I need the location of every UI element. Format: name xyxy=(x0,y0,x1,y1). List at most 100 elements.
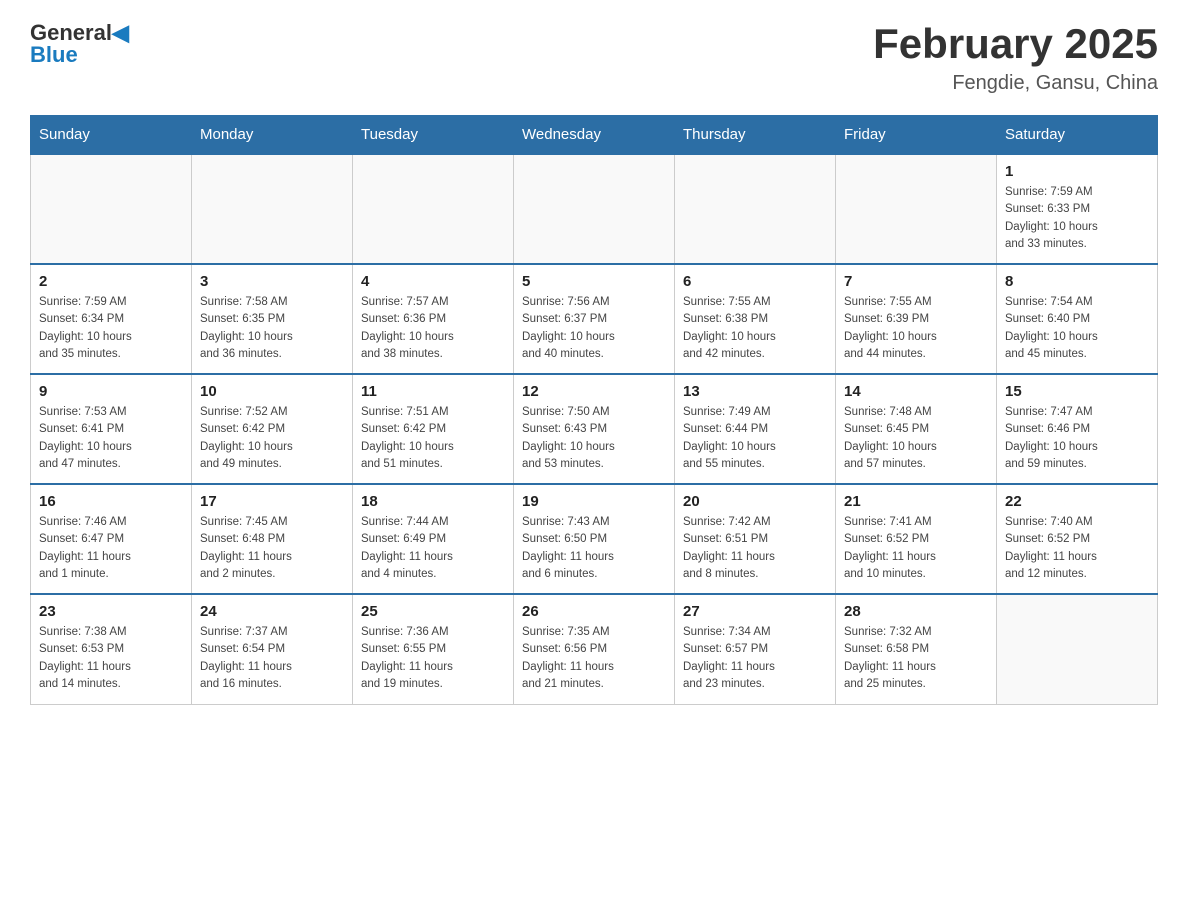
table-row: 16 Sunrise: 7:46 AM Sunset: 6:47 PM Dayli… xyxy=(31,484,192,594)
day-info: Sunrise: 7:35 AM Sunset: 6:56 PM Dayligh… xyxy=(522,624,666,693)
calendar-table: Sunday Monday Tuesday Wednesday Thursday… xyxy=(30,115,1158,705)
day-info: Sunrise: 7:59 AM Sunset: 6:34 PM Dayligh… xyxy=(39,294,183,363)
table-row: 21 Sunrise: 7:41 AM Sunset: 6:52 PM Dayli… xyxy=(836,484,997,594)
col-monday: Monday xyxy=(192,116,353,155)
day-info: Sunrise: 7:54 AM Sunset: 6:40 PM Dayligh… xyxy=(1005,294,1149,363)
day-number: 11 xyxy=(361,383,505,400)
calendar-week-row: 16 Sunrise: 7:46 AM Sunset: 6:47 PM Dayli… xyxy=(31,484,1158,594)
col-sunday: Sunday xyxy=(31,116,192,155)
day-number: 13 xyxy=(683,383,827,400)
day-number: 16 xyxy=(39,493,183,510)
day-info: Sunrise: 7:34 AM Sunset: 6:57 PM Dayligh… xyxy=(683,624,827,693)
day-number: 10 xyxy=(200,383,344,400)
table-row xyxy=(997,594,1158,704)
day-number: 26 xyxy=(522,603,666,620)
table-row: 22 Sunrise: 7:40 AM Sunset: 6:52 PM Dayli… xyxy=(997,484,1158,594)
calendar-week-row: 2 Sunrise: 7:59 AM Sunset: 6:34 PM Daylig… xyxy=(31,264,1158,374)
day-number: 27 xyxy=(683,603,827,620)
day-info: Sunrise: 7:46 AM Sunset: 6:47 PM Dayligh… xyxy=(39,514,183,583)
day-number: 21 xyxy=(844,493,988,510)
table-row: 28 Sunrise: 7:32 AM Sunset: 6:58 PM Dayli… xyxy=(836,594,997,704)
table-row xyxy=(675,154,836,264)
day-info: Sunrise: 7:53 AM Sunset: 6:41 PM Dayligh… xyxy=(39,404,183,473)
day-number: 7 xyxy=(844,273,988,290)
day-info: Sunrise: 7:50 AM Sunset: 6:43 PM Dayligh… xyxy=(522,404,666,473)
day-info: Sunrise: 7:59 AM Sunset: 6:33 PM Dayligh… xyxy=(1005,184,1149,253)
day-info: Sunrise: 7:55 AM Sunset: 6:38 PM Dayligh… xyxy=(683,294,827,363)
table-row: 3 Sunrise: 7:58 AM Sunset: 6:35 PM Daylig… xyxy=(192,264,353,374)
day-number: 28 xyxy=(844,603,988,620)
table-row: 9 Sunrise: 7:53 AM Sunset: 6:41 PM Daylig… xyxy=(31,374,192,484)
table-row: 1 Sunrise: 7:59 AM Sunset: 6:33 PM Daylig… xyxy=(997,154,1158,264)
day-info: Sunrise: 7:36 AM Sunset: 6:55 PM Dayligh… xyxy=(361,624,505,693)
logo: General◀ Blue xyxy=(30,20,129,68)
day-info: Sunrise: 7:32 AM Sunset: 6:58 PM Dayligh… xyxy=(844,624,988,693)
day-info: Sunrise: 7:58 AM Sunset: 6:35 PM Dayligh… xyxy=(200,294,344,363)
day-number: 17 xyxy=(200,493,344,510)
day-number: 25 xyxy=(361,603,505,620)
col-thursday: Thursday xyxy=(675,116,836,155)
calendar-week-row: 23 Sunrise: 7:38 AM Sunset: 6:53 PM Dayli… xyxy=(31,594,1158,704)
day-number: 2 xyxy=(39,273,183,290)
table-row: 11 Sunrise: 7:51 AM Sunset: 6:42 PM Dayli… xyxy=(353,374,514,484)
day-info: Sunrise: 7:43 AM Sunset: 6:50 PM Dayligh… xyxy=(522,514,666,583)
day-info: Sunrise: 7:37 AM Sunset: 6:54 PM Dayligh… xyxy=(200,624,344,693)
day-number: 4 xyxy=(361,273,505,290)
table-row: 17 Sunrise: 7:45 AM Sunset: 6:48 PM Dayli… xyxy=(192,484,353,594)
day-info: Sunrise: 7:57 AM Sunset: 6:36 PM Dayligh… xyxy=(361,294,505,363)
day-info: Sunrise: 7:55 AM Sunset: 6:39 PM Dayligh… xyxy=(844,294,988,363)
day-number: 6 xyxy=(683,273,827,290)
calendar-week-row: 9 Sunrise: 7:53 AM Sunset: 6:41 PM Daylig… xyxy=(31,374,1158,484)
table-row: 14 Sunrise: 7:48 AM Sunset: 6:45 PM Dayli… xyxy=(836,374,997,484)
day-info: Sunrise: 7:48 AM Sunset: 6:45 PM Dayligh… xyxy=(844,404,988,473)
table-row: 25 Sunrise: 7:36 AM Sunset: 6:55 PM Dayli… xyxy=(353,594,514,704)
location-title: Fengdie, Gansu, China xyxy=(873,72,1158,95)
table-row: 7 Sunrise: 7:55 AM Sunset: 6:39 PM Daylig… xyxy=(836,264,997,374)
table-row: 5 Sunrise: 7:56 AM Sunset: 6:37 PM Daylig… xyxy=(514,264,675,374)
table-row: 27 Sunrise: 7:34 AM Sunset: 6:57 PM Dayli… xyxy=(675,594,836,704)
table-row: 23 Sunrise: 7:38 AM Sunset: 6:53 PM Dayli… xyxy=(31,594,192,704)
day-info: Sunrise: 7:38 AM Sunset: 6:53 PM Dayligh… xyxy=(39,624,183,693)
day-number: 1 xyxy=(1005,163,1149,180)
day-number: 8 xyxy=(1005,273,1149,290)
day-number: 3 xyxy=(200,273,344,290)
day-info: Sunrise: 7:45 AM Sunset: 6:48 PM Dayligh… xyxy=(200,514,344,583)
logo-bottom: Blue xyxy=(30,42,78,68)
day-number: 19 xyxy=(522,493,666,510)
table-row xyxy=(514,154,675,264)
table-row: 4 Sunrise: 7:57 AM Sunset: 6:36 PM Daylig… xyxy=(353,264,514,374)
day-number: 9 xyxy=(39,383,183,400)
day-number: 18 xyxy=(361,493,505,510)
day-number: 15 xyxy=(1005,383,1149,400)
table-row: 13 Sunrise: 7:49 AM Sunset: 6:44 PM Dayli… xyxy=(675,374,836,484)
day-number: 5 xyxy=(522,273,666,290)
title-section: February 2025 Fengdie, Gansu, China xyxy=(873,20,1158,95)
table-row xyxy=(192,154,353,264)
page-header: General◀ Blue February 2025 Fengdie, Gan… xyxy=(30,20,1158,95)
day-info: Sunrise: 7:52 AM Sunset: 6:42 PM Dayligh… xyxy=(200,404,344,473)
day-number: 23 xyxy=(39,603,183,620)
table-row: 8 Sunrise: 7:54 AM Sunset: 6:40 PM Daylig… xyxy=(997,264,1158,374)
table-row: 15 Sunrise: 7:47 AM Sunset: 6:46 PM Dayli… xyxy=(997,374,1158,484)
table-row: 18Sunrise: 7:44 AM Sunset: 6:49 PM Dayli… xyxy=(353,484,514,594)
day-info: Sunrise: 7:56 AM Sunset: 6:37 PM Dayligh… xyxy=(522,294,666,363)
calendar-header-row: Sunday Monday Tuesday Wednesday Thursday… xyxy=(31,116,1158,155)
calendar-week-row: 1 Sunrise: 7:59 AM Sunset: 6:33 PM Daylig… xyxy=(31,154,1158,264)
table-row xyxy=(31,154,192,264)
day-number: 14 xyxy=(844,383,988,400)
logo-triangle-icon: ◀ xyxy=(112,20,129,45)
day-number: 24 xyxy=(200,603,344,620)
table-row: 24 Sunrise: 7:37 AM Sunset: 6:54 PM Dayli… xyxy=(192,594,353,704)
table-row xyxy=(836,154,997,264)
day-info: Sunrise: 7:41 AM Sunset: 6:52 PM Dayligh… xyxy=(844,514,988,583)
day-info: Sunrise: 7:47 AM Sunset: 6:46 PM Dayligh… xyxy=(1005,404,1149,473)
day-info: Sunrise: 7:49 AM Sunset: 6:44 PM Dayligh… xyxy=(683,404,827,473)
day-info: Sunrise: 7:40 AM Sunset: 6:52 PM Dayligh… xyxy=(1005,514,1149,583)
day-info: Sunrise: 7:51 AM Sunset: 6:42 PM Dayligh… xyxy=(361,404,505,473)
table-row: 19 Sunrise: 7:43 AM Sunset: 6:50 PM Dayli… xyxy=(514,484,675,594)
day-number: 22 xyxy=(1005,493,1149,510)
table-row xyxy=(353,154,514,264)
table-row: 10 Sunrise: 7:52 AM Sunset: 6:42 PM Dayli… xyxy=(192,374,353,484)
day-number: 12 xyxy=(522,383,666,400)
table-row: 12 Sunrise: 7:50 AM Sunset: 6:43 PM Dayli… xyxy=(514,374,675,484)
